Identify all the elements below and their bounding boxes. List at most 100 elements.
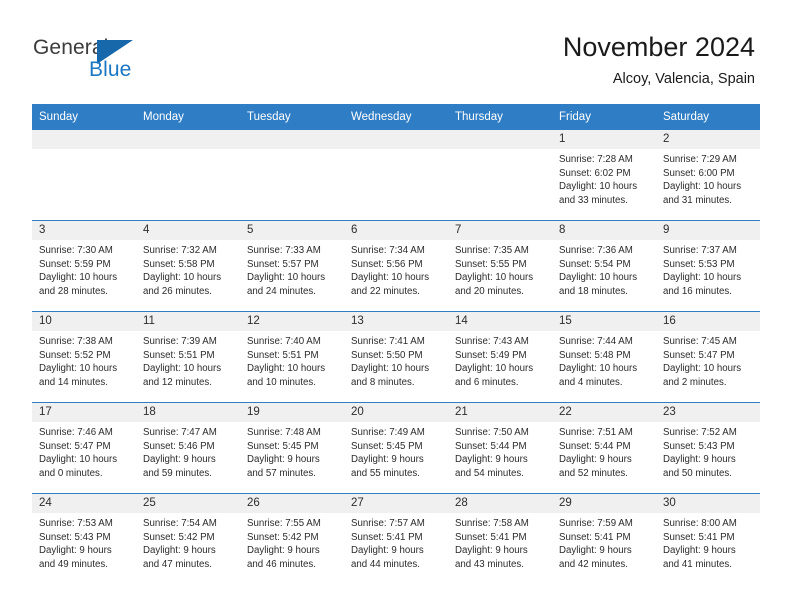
sunset-text: Sunset: 5:42 PM [247,531,319,543]
sunrise-text: Sunrise: 7:44 AM [559,336,633,347]
sunset-text: Sunset: 5:43 PM [39,531,111,543]
sunset-text: Sunset: 5:45 PM [351,440,423,452]
sunset-text: Sunset: 5:55 PM [455,258,527,270]
day-number: 12 [240,312,344,331]
daylight-text-line2: and 26 minutes. [143,285,212,297]
sunrise-text: Sunrise: 7:48 AM [247,427,321,438]
sunrise-text: Sunrise: 7:34 AM [351,245,425,256]
daylight-text-line2: and 4 minutes. [559,376,623,388]
daylight-text-line1: Daylight: 10 hours [351,363,430,375]
calendar-day-cell[interactable]: 8 Sunrise: 7:36 AM Sunset: 5:54 PM Daylight… [552,220,656,312]
day-number: 27 [344,494,448,513]
calendar-day-cell[interactable]: 3 Sunrise: 7:30 AM Sunset: 5:59 PM Daylight… [32,220,136,312]
calendar-day-cell[interactable]: 29 Sunrise: 7:59 AM Sunset: 5:41 PM Dayligh… [552,493,656,584]
daylight-text-line2: and 43 minutes. [455,558,524,570]
day-number [136,130,240,149]
sunrise-text: Sunrise: 8:00 AM [663,518,737,529]
calendar-day-cell[interactable]: 20 Sunrise: 7:49 AM Sunset: 5:45 PM Dayligh… [344,402,448,494]
sunrise-text: Sunrise: 7:58 AM [455,518,529,529]
calendar-day-cell[interactable]: 7 Sunrise: 7:35 AM Sunset: 5:55 PM Daylight… [448,220,552,312]
calendar-cell-empty [32,130,136,221]
calendar-day-cell[interactable]: 12 Sunrise: 7:40 AM Sunset: 5:51 PM Dayligh… [240,311,344,403]
logo-text-blue: Blue [89,58,132,81]
sunset-text: Sunset: 5:59 PM [39,258,111,270]
calendar-cell-empty [344,130,448,221]
calendar-day-cell[interactable]: 5 Sunrise: 7:33 AM Sunset: 5:57 PM Daylight… [240,220,344,312]
page-header: General Blue November 2024 Alcoy, Valenc… [0,0,792,98]
daylight-text-line1: Daylight: 9 hours [143,545,216,557]
sunset-text: Sunset: 5:43 PM [663,440,735,452]
daylight-text-line1: Daylight: 10 hours [39,363,118,375]
day-number: 4 [136,221,240,240]
calendar-day-cell[interactable]: 21 Sunrise: 7:50 AM Sunset: 5:44 PM Dayligh… [448,402,552,494]
day-details: Sunrise: 7:54 AM Sunset: 5:42 PM Daylight:… [136,513,240,571]
calendar-day-cell[interactable]: 2 Sunrise: 7:29 AM Sunset: 6:00 PM Daylight… [656,130,760,221]
calendar-day-cell[interactable]: 30 Sunrise: 8:00 AM Sunset: 5:41 PM Dayligh… [656,493,760,584]
calendar-day-cell[interactable]: 18 Sunrise: 7:47 AM Sunset: 5:46 PM Dayligh… [136,402,240,494]
calendar-day-cell[interactable]: 1 Sunrise: 7:28 AM Sunset: 6:02 PM Daylight… [552,130,656,221]
day-details: Sunrise: 7:33 AM Sunset: 5:57 PM Daylight:… [240,240,344,298]
daylight-text-line1: Daylight: 10 hours [663,363,742,375]
calendar-day-cell[interactable]: 23 Sunrise: 7:52 AM Sunset: 5:43 PM Dayligh… [656,402,760,494]
sunset-text: Sunset: 5:41 PM [455,531,527,543]
day-number [32,130,136,149]
day-number [240,130,344,149]
day-header-wednesday: Wednesday [351,111,412,123]
sunrise-text: Sunrise: 7:50 AM [455,427,529,438]
daylight-text-line1: Daylight: 9 hours [455,545,528,557]
daylight-text-line2: and 28 minutes. [39,285,108,297]
calendar-day-cell[interactable]: 25 Sunrise: 7:54 AM Sunset: 5:42 PM Dayligh… [136,493,240,584]
day-details: Sunrise: 7:40 AM Sunset: 5:51 PM Daylight:… [240,331,344,389]
daylight-text-line2: and 59 minutes. [143,467,212,479]
day-details: Sunrise: 7:50 AM Sunset: 5:44 PM Daylight:… [448,422,552,480]
sunset-text: Sunset: 5:42 PM [143,531,215,543]
calendar-day-cell[interactable]: 17 Sunrise: 7:46 AM Sunset: 5:47 PM Dayligh… [32,402,136,494]
day-number: 8 [552,221,656,240]
calendar-cell-empty [136,130,240,221]
day-number: 15 [552,312,656,331]
calendar-day-cell[interactable]: 15 Sunrise: 7:44 AM Sunset: 5:48 PM Dayligh… [552,311,656,403]
daylight-text-line1: Daylight: 10 hours [143,272,222,284]
location-subtitle: Alcoy, Valencia, Spain [612,71,755,87]
day-number: 23 [656,403,760,422]
calendar-day-cell[interactable]: 14 Sunrise: 7:43 AM Sunset: 5:49 PM Dayligh… [448,311,552,403]
calendar-day-cell[interactable]: 27 Sunrise: 7:57 AM Sunset: 5:41 PM Dayligh… [344,493,448,584]
daylight-text-line2: and 41 minutes. [663,558,732,570]
general-blue-logo[interactable]: General Blue [33,36,173,88]
day-details: Sunrise: 7:43 AM Sunset: 5:49 PM Daylight:… [448,331,552,389]
daylight-text-line1: Daylight: 9 hours [663,545,736,557]
day-number: 10 [32,312,136,331]
calendar-day-cell[interactable]: 16 Sunrise: 7:45 AM Sunset: 5:47 PM Dayligh… [656,311,760,403]
daylight-text-line1: Daylight: 10 hours [247,363,326,375]
sunset-text: Sunset: 6:00 PM [663,167,735,179]
calendar-day-cell[interactable]: 4 Sunrise: 7:32 AM Sunset: 5:58 PM Daylight… [136,220,240,312]
calendar-day-cell[interactable]: 9 Sunrise: 7:37 AM Sunset: 5:53 PM Daylight… [656,220,760,312]
day-number: 11 [136,312,240,331]
calendar-grid: Sunday Monday Tuesday Wednesday Thursday… [32,104,760,584]
day-details: Sunrise: 7:47 AM Sunset: 5:46 PM Daylight:… [136,422,240,480]
daylight-text-line1: Daylight: 9 hours [143,454,216,466]
calendar-day-cell[interactable]: 24 Sunrise: 7:53 AM Sunset: 5:43 PM Dayligh… [32,493,136,584]
calendar-day-cell[interactable]: 26 Sunrise: 7:55 AM Sunset: 5:42 PM Dayligh… [240,493,344,584]
daylight-text-line2: and 55 minutes. [351,467,420,479]
calendar-day-cell[interactable]: 19 Sunrise: 7:48 AM Sunset: 5:45 PM Dayligh… [240,402,344,494]
day-number: 16 [656,312,760,331]
calendar-day-cell[interactable]: 28 Sunrise: 7:58 AM Sunset: 5:41 PM Dayligh… [448,493,552,584]
day-details: Sunrise: 7:41 AM Sunset: 5:50 PM Daylight:… [344,331,448,389]
daylight-text-line2: and 52 minutes. [559,467,628,479]
sunrise-text: Sunrise: 7:52 AM [663,427,737,438]
daylight-text-line1: Daylight: 10 hours [559,363,638,375]
calendar-day-cell[interactable]: 6 Sunrise: 7:34 AM Sunset: 5:56 PM Daylight… [344,220,448,312]
calendar-day-cell[interactable]: 10 Sunrise: 7:38 AM Sunset: 5:52 PM Dayligh… [32,311,136,403]
sunset-text: Sunset: 5:41 PM [663,531,735,543]
day-details: Sunrise: 7:36 AM Sunset: 5:54 PM Daylight:… [552,240,656,298]
daylight-text-line2: and 14 minutes. [39,376,108,388]
day-header-monday: Monday [143,111,184,123]
day-of-week-header-row: Sunday Monday Tuesday Wednesday Thursday… [32,104,760,130]
calendar-day-cell[interactable]: 13 Sunrise: 7:41 AM Sunset: 5:50 PM Dayligh… [344,311,448,403]
sunset-text: Sunset: 5:51 PM [143,349,215,361]
day-number [448,130,552,149]
calendar-day-cell[interactable]: 22 Sunrise: 7:51 AM Sunset: 5:44 PM Dayligh… [552,402,656,494]
daylight-text-line2: and 22 minutes. [351,285,420,297]
calendar-day-cell[interactable]: 11 Sunrise: 7:39 AM Sunset: 5:51 PM Dayligh… [136,311,240,403]
